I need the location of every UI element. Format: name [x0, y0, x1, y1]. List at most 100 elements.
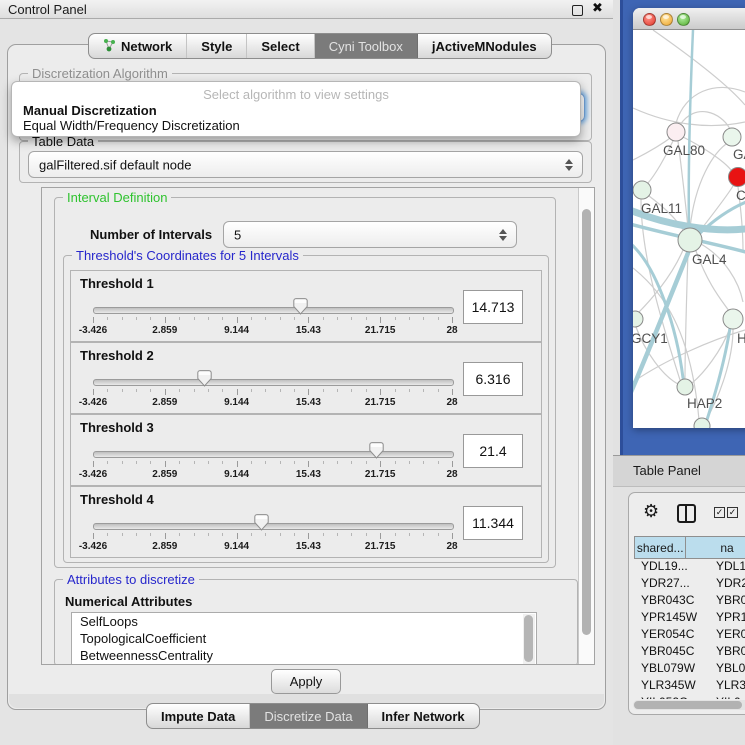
tick-minor	[107, 317, 108, 320]
tab-select[interactable]: Select	[247, 34, 314, 58]
apply-button[interactable]: Apply	[271, 669, 341, 694]
network-window-titlebar	[633, 8, 745, 30]
scrollbar-thumb[interactable]	[524, 615, 533, 662]
slider-track[interactable]	[93, 307, 454, 314]
threshold-value-field[interactable]: 6.316	[463, 362, 523, 396]
tab-label: Infer Network	[382, 709, 465, 724]
attribute-item[interactable]: BetweennessCentrality	[72, 647, 536, 664]
close-icon[interactable]: ✖	[592, 0, 603, 16]
tick-minor	[208, 461, 209, 464]
network-node-h[interactable]	[723, 309, 743, 329]
number-of-intervals-value: 5	[234, 227, 241, 242]
tick-minor	[194, 317, 195, 320]
table-row[interactable]: YDL19...YDL1	[634, 559, 745, 576]
float-icon[interactable]	[572, 5, 583, 16]
network-node-gal4[interactable]	[678, 228, 702, 252]
threshold-value-field[interactable]: 14.713	[463, 290, 523, 324]
table-row[interactable]: YBR045CYBR0	[634, 644, 745, 661]
attribute-item[interactable]: TopologicalCoefficient	[72, 630, 536, 647]
window-title: Control Panel	[8, 2, 87, 17]
tab-style[interactable]: Style	[187, 34, 247, 58]
slider-track[interactable]	[93, 451, 454, 458]
slider-thumb[interactable]	[197, 370, 212, 387]
network-edge[interactable]	[685, 252, 688, 379]
threshold-label: Threshold 3	[80, 420, 154, 435]
attributes-scrollbar[interactable]	[523, 614, 535, 664]
tab-jactivemnodules[interactable]: jActiveMNodules	[418, 34, 551, 58]
table-hscrollbar[interactable]	[633, 700, 745, 710]
slider-track[interactable]	[93, 379, 454, 386]
network-node-gcy1[interactable]	[633, 311, 643, 327]
network-node-hap2[interactable]	[677, 379, 693, 395]
cell-name: YBR0	[708, 593, 745, 610]
table-row[interactable]: YPR145WYPR1	[634, 610, 745, 627]
tab-label: Network	[121, 39, 172, 54]
tick-label: -3.426	[79, 541, 107, 552]
tick-label: 9.144	[224, 397, 249, 408]
dropdown-placeholder-option[interactable]: Select algorithm to view settings	[12, 87, 580, 102]
table-row[interactable]: YBL079WYBL0	[634, 661, 745, 678]
table-row[interactable]: YBR043CYBR0	[634, 593, 745, 610]
tick-minor	[179, 461, 180, 464]
tick-label: -3.426	[79, 469, 107, 480]
network-node-c[interactable]	[729, 168, 745, 187]
column-header-name[interactable]: na	[686, 536, 745, 559]
tick-minor	[194, 389, 195, 392]
attribute-item[interactable]: SelfLoops	[72, 613, 536, 630]
table-row[interactable]: YLR345WYLR3	[634, 678, 745, 695]
network-view-window: GAL80GACGAL11GAL4GCY1HHAP2	[633, 8, 745, 428]
tick-major	[380, 533, 381, 539]
checkbox-icon[interactable]: ✓	[714, 507, 725, 518]
scrollbar-thumb[interactable]	[582, 209, 591, 635]
checkbox-icon[interactable]: ✓	[727, 507, 738, 518]
threshold-value-field[interactable]: 11.344	[463, 506, 523, 540]
dropdown-option-manual[interactable]: Manual Discretization	[23, 103, 157, 118]
network-node-gal80[interactable]	[667, 123, 685, 141]
node-label: GAL80	[663, 143, 705, 158]
tick-minor	[395, 461, 396, 464]
cell-shared-name: YER054C	[634, 627, 708, 644]
tab-label: Impute Data	[161, 709, 235, 724]
threshold-value-field[interactable]: 21.4	[463, 434, 523, 468]
column-header-shared[interactable]: shared...	[634, 536, 686, 559]
number-of-intervals-combobox[interactable]: 5	[223, 221, 517, 248]
scrollbar-thumb[interactable]	[634, 701, 742, 709]
group-title: Threshold's Coordinates for 5 Intervals	[72, 248, 303, 263]
mac-close-icon[interactable]	[643, 13, 656, 26]
tab-impute-data[interactable]: Impute Data	[147, 704, 250, 728]
split-columns-icon[interactable]	[677, 504, 696, 523]
mac-minimize-icon[interactable]	[660, 13, 673, 26]
tick-major	[165, 389, 166, 395]
node-label: GAL11	[641, 201, 682, 216]
network-node-ga[interactable]	[723, 128, 741, 146]
group-title: Discretization Algorithm	[28, 66, 172, 81]
slider-thumb[interactable]	[254, 514, 269, 531]
dropdown-option-equal-width[interactable]: Equal Width/Frequency Discretization	[23, 118, 240, 133]
tick-minor	[150, 389, 151, 392]
tab-infer-network[interactable]: Infer Network	[368, 704, 479, 728]
table-row[interactable]: YDR27...YDR2	[634, 576, 745, 593]
tab-cyni-toolbox[interactable]: Cyni Toolbox	[315, 34, 418, 58]
tick-label: 28	[446, 469, 457, 480]
stepper-icon	[499, 229, 507, 241]
viewport-scrollbar[interactable]	[578, 188, 594, 664]
mac-zoom-icon[interactable]	[677, 13, 690, 26]
slider-thumb[interactable]	[293, 298, 308, 315]
tab-discretize-data[interactable]: Discretize Data	[250, 704, 367, 728]
network-node-gal11[interactable]	[633, 181, 651, 199]
network-edge[interactable]	[680, 112, 730, 129]
network-edge-highlighted[interactable]	[689, 30, 693, 227]
tick-minor	[222, 317, 223, 320]
tick-minor	[208, 533, 209, 536]
table-row[interactable]: YER054CYER0	[634, 627, 745, 644]
table-data-combobox[interactable]: galFiltered.sif default node	[28, 151, 583, 178]
tab-network[interactable]: Network	[89, 34, 187, 58]
gear-icon[interactable]: ⚙	[643, 501, 659, 522]
tick-major	[93, 533, 94, 539]
slider-thumb[interactable]	[369, 442, 384, 459]
table-row[interactable]: YIL052CYIL0	[634, 695, 745, 699]
network-canvas[interactable]: GAL80GACGAL11GAL4GCY1HHAP2	[633, 30, 745, 428]
numerical-attributes-list[interactable]: SelfLoopsTopologicalCoefficientBetweenne…	[71, 612, 537, 665]
slider-track[interactable]	[93, 523, 454, 530]
network-graph[interactable]: GAL80GACGAL11GAL4GCY1HHAP2	[633, 30, 745, 428]
